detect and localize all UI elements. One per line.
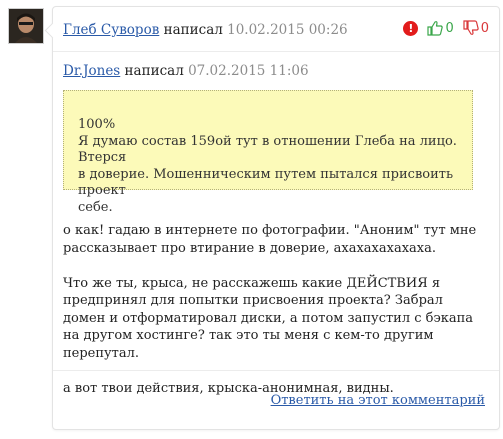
quote-box: 100% Я думаю состав 159ой тут в отношени… <box>63 90 473 215</box>
comment-meta: Глеб Суворов написал 10.02.2015 00:26 <box>63 22 348 38</box>
comment-header: Глеб Суворов написал 10.02.2015 00:26 ! … <box>53 7 499 52</box>
thumb-up-icon <box>427 21 444 36</box>
downvote-count: 0 <box>480 20 489 36</box>
comment-footer: Ответить на этот комментарий <box>53 370 499 429</box>
author-verb: написал <box>163 22 223 38</box>
comment-card: Глеб Суворов написал 10.02.2015 00:26 ! … <box>52 6 500 430</box>
quote-timestamp: 07.02.2015 11:06 <box>188 63 309 79</box>
downvote-button[interactable]: 0 <box>463 20 489 36</box>
quote-meta: Dr.Jones написал 07.02.2015 11:06 <box>63 63 309 79</box>
comment-actions: ! 0 0 <box>403 18 489 38</box>
author-link[interactable]: Глеб Суворов <box>63 22 159 38</box>
avatar[interactable] <box>8 8 44 44</box>
quote-line: Я думаю состав 159ой тут в отношении Гле… <box>78 133 457 166</box>
quote-line: в доверие. Мошенническим путем пытался п… <box>78 166 454 199</box>
comment-timestamp: 10.02.2015 00:26 <box>227 22 348 38</box>
thumb-down-icon <box>463 20 479 35</box>
quote-line: себе. <box>78 199 113 215</box>
quote-verb: написал <box>124 63 184 79</box>
upvote-count: 0 <box>445 20 454 36</box>
report-icon[interactable]: ! <box>403 20 419 36</box>
comment-paragraph: Что же ты, крыса, не расскажешь какие ДЕ… <box>63 275 474 361</box>
quote-line: 100% <box>78 117 116 132</box>
comment-paragraph: о как! гадаю в интернете по фотографии. … <box>63 223 477 256</box>
upvote-button[interactable]: 0 <box>427 20 454 36</box>
quote-author-link[interactable]: Dr.Jones <box>63 63 120 79</box>
avatar-image <box>9 9 43 43</box>
reply-link[interactable]: Ответить на этот комментарий <box>271 393 485 408</box>
